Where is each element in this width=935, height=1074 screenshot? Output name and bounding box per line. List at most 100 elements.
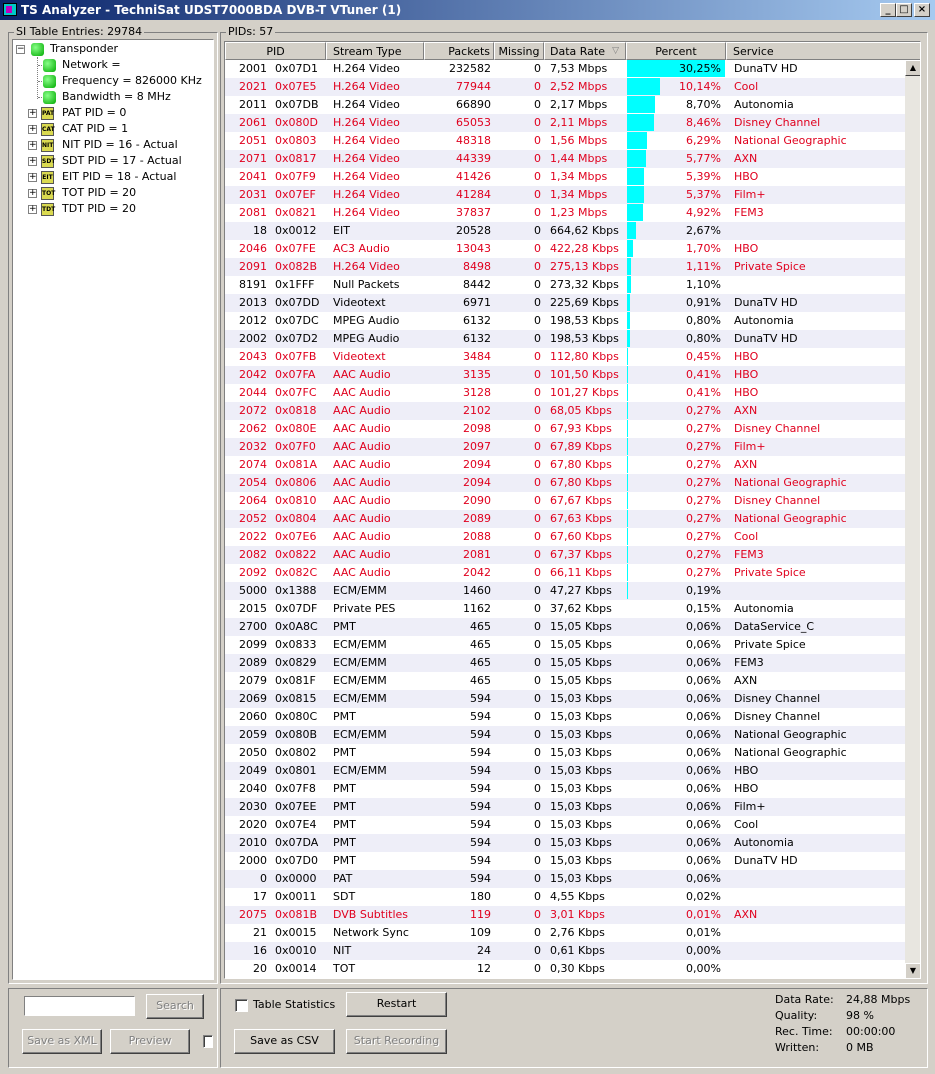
table-row[interactable]: 2022 0x07E6 AAC Audio 2088 0 67,60 Kbps 0,27% C… [225,528,905,546]
table-statistics-checkbox[interactable] [235,999,248,1012]
table-row[interactable]: 2000 0x07D0 PMT 594 0 15,03 Kbps 0,06% DunaTV H… [225,852,905,870]
table-row[interactable]: 2081 0x0821 H.264 Video 37837 0 1,23 Mbps 4,92… [225,204,905,222]
table-row[interactable]: 8191 0x1FFF Null Packets 8442 0 273,32 Kbps 1,… [225,276,905,294]
save-as-csv-button[interactable]: Save as CSV [234,1029,335,1054]
table-row[interactable]: 2099 0x0833 ECM/EMM 465 0 15,05 Kbps 0,06% Priv… [225,636,905,654]
table-row[interactable]: 2072 0x0818 AAC Audio 2102 0 68,05 Kbps 0,27% A… [225,402,905,420]
table-row[interactable]: 2049 0x0801 ECM/EMM 594 0 15,03 Kbps 0,06% HBO [225,762,905,780]
search-input[interactable] [24,996,135,1016]
tree-item-sdt[interactable]: SDT PID = 17 - Actual [62,153,182,169]
table-row[interactable]: 2032 0x07F0 AAC Audio 2097 0 67,89 Kbps 0,27% F… [225,438,905,456]
table-row[interactable]: 2060 0x080C PMT 594 0 15,03 Kbps 0,06% Disney C… [225,708,905,726]
column-header-service[interactable]: Service [726,42,920,60]
scroll-down-arrow-icon[interactable]: ▼ [905,963,920,978]
table-row[interactable]: 2052 0x0804 AAC Audio 2089 0 67,63 Kbps 0,27% N… [225,510,905,528]
expand-toggle[interactable]: + [28,109,37,118]
expand-toggle[interactable]: + [28,189,37,198]
table-row[interactable]: 2079 0x081F ECM/EMM 465 0 15,05 Kbps 0,06% AXN [225,672,905,690]
table-row[interactable]: 2091 0x082B H.264 Video 8498 0 275,13 Kbps 1,1… [225,258,905,276]
table-row[interactable]: 2042 0x07FA AAC Audio 3135 0 101,50 Kbps 0,41%… [225,366,905,384]
title-bar[interactable]: TS Analyzer - TechniSat UDST7000BDA DVB-… [0,0,935,20]
column-header-percent[interactable]: Percent [626,42,726,60]
table-row[interactable]: 2040 0x07F8 PMT 594 0 15,03 Kbps 0,06% HBO [225,780,905,798]
si-tree[interactable]: − Transponder Network = Frequency = 8260… [12,39,214,980]
column-header-stream-type[interactable]: Stream Type [326,42,424,60]
table-row[interactable]: 2030 0x07EE PMT 594 0 15,03 Kbps 0,06% Film+ [225,798,905,816]
tree-item-network[interactable]: Network = [62,57,121,73]
table-row[interactable]: 16 0x0010 NIT 24 0 0,61 Kbps 0,00% [225,942,905,960]
table-row[interactable]: 2001 0x07D1 H.264 Video 232582 0 7,53 Mbps 30,… [225,60,905,78]
collapse-toggle[interactable]: − [16,45,25,54]
table-row[interactable]: 2062 0x080E AAC Audio 2098 0 67,93 Kbps 0,27% D… [225,420,905,438]
expand-toggle[interactable]: + [28,205,37,214]
table-row[interactable]: 2050 0x0802 PMT 594 0 15,03 Kbps 0,06% National… [225,744,905,762]
table-row[interactable]: 2069 0x0815 ECM/EMM 594 0 15,03 Kbps 0,06% Disn… [225,690,905,708]
tree-item-tdt[interactable]: TDT PID = 20 [62,201,136,217]
vertical-scrollbar[interactable]: ▲ ▼ [905,60,920,978]
column-header-data-rate[interactable]: Data Rate ▽ [544,42,626,60]
table-row[interactable]: 2021 0x07E5 H.264 Video 77944 0 2,52 Mbps 10,1… [225,78,905,96]
tree-item-cat[interactable]: CAT PID = 1 [62,121,128,137]
table-row[interactable]: 17 0x0011 SDT 180 0 4,55 Kbps 0,02% [225,888,905,906]
tree-item-pat[interactable]: PAT PID = 0 [62,105,126,121]
table-row[interactable]: 2046 0x07FE AC3 Audio 13043 0 422,28 Kbps 1,70… [225,240,905,258]
cell-rate: 15,03 Kbps [550,872,612,885]
table-row[interactable]: 2041 0x07F9 H.264 Video 41426 0 1,34 Mbps 5,39… [225,168,905,186]
table-row[interactable]: 2015 0x07DF Private PES 1162 0 37,62 Kbps 0,15… [225,600,905,618]
expand-toggle[interactable]: + [28,141,37,150]
table-row[interactable]: 2075 0x081B DVB Subtitles 119 0 3,01 Kbps 0,01… [225,906,905,924]
cell-service: Film+ [734,800,766,813]
tree-item-bandwidth[interactable]: Bandwidth = 8 MHz [62,89,171,105]
cell-packets: 2089 [463,512,491,525]
column-header-packets[interactable]: Packets [424,42,494,60]
table-row[interactable]: 2700 0x0A8C PMT 465 0 15,05 Kbps 0,06% DataServ… [225,618,905,636]
cell-packets: 2094 [463,458,491,471]
close-button[interactable]: × [914,3,930,17]
preview-button[interactable]: Preview [110,1029,190,1054]
table-row[interactable]: 2061 0x080D H.264 Video 65053 0 2,11 Mbps 8,46… [225,114,905,132]
expand-toggle[interactable]: + [28,173,37,182]
column-header-pid[interactable]: PID [225,42,326,60]
search-button[interactable]: Search [146,994,204,1019]
table-row[interactable]: 2020 0x07E4 PMT 594 0 15,03 Kbps 0,06% Cool [225,816,905,834]
hidden-checkbox[interactable] [203,1035,213,1048]
table-row[interactable]: 2059 0x080B ECM/EMM 594 0 15,03 Kbps 0,06% Nati… [225,726,905,744]
table-row[interactable]: 2010 0x07DA PMT 594 0 15,03 Kbps 0,06% Autonomi… [225,834,905,852]
expand-toggle[interactable]: + [28,157,37,166]
minimize-button[interactable]: _ [880,3,896,17]
save-as-xml-button[interactable]: Save as XML [22,1029,102,1054]
table-row[interactable]: 2089 0x0829 ECM/EMM 465 0 15,05 Kbps 0,06% FEM3 [225,654,905,672]
table-row[interactable]: 2044 0x07FC AAC Audio 3128 0 101,27 Kbps 0,41%… [225,384,905,402]
cell-missing: 0 [534,926,541,939]
tree-item-eit[interactable]: EIT PID = 18 - Actual [62,169,176,185]
table-row[interactable]: 2054 0x0806 AAC Audio 2094 0 67,80 Kbps 0,27% N… [225,474,905,492]
table-row[interactable]: 2011 0x07DB H.264 Video 66890 0 2,17 Mbps 8,70… [225,96,905,114]
table-row[interactable]: 2013 0x07DD Videotext 6971 0 225,69 Kbps 0,91%… [225,294,905,312]
tree-item-transponder[interactable]: Transponder [50,41,118,57]
restart-button[interactable]: Restart [346,992,447,1017]
table-row[interactable]: 2043 0x07FB Videotext 3484 0 112,80 Kbps 0,45%… [225,348,905,366]
table-row[interactable]: 20 0x0014 TOT 12 0 0,30 Kbps 0,00% [225,960,905,978]
pid-table[interactable]: PID Stream Type Packets Missing Data Rat… [224,41,921,979]
expand-toggle[interactable]: + [28,125,37,134]
table-row[interactable]: 2031 0x07EF H.264 Video 41284 0 1,34 Mbps 5,37… [225,186,905,204]
tree-item-tot[interactable]: TOT PID = 20 [62,185,136,201]
table-row[interactable]: 5000 0x1388 ECM/EMM 1460 0 47,27 Kbps 0,19% [225,582,905,600]
table-row[interactable]: 2012 0x07DC MPEG Audio 6132 0 198,53 Kbps 0,80… [225,312,905,330]
table-row[interactable]: 2092 0x082C AAC Audio 2042 0 66,11 Kbps 0,27% P… [225,564,905,582]
maximize-button[interactable]: □ [896,3,912,17]
table-row[interactable]: 2082 0x0822 AAC Audio 2081 0 67,37 Kbps 0,27% F… [225,546,905,564]
start-recording-button[interactable]: Start Recording [346,1029,447,1054]
table-row[interactable]: 18 0x0012 EIT 20528 0 664,62 Kbps 2,67% [225,222,905,240]
table-row[interactable]: 0 0x0000 PAT 594 0 15,03 Kbps 0,06% [225,870,905,888]
table-row[interactable]: 21 0x0015 Network Sync 109 0 2,76 Kbps 0,01% [225,924,905,942]
scroll-up-arrow-icon[interactable]: ▲ [905,60,920,76]
tree-item-frequency[interactable]: Frequency = 826000 KHz [62,73,202,89]
table-row[interactable]: 2051 0x0803 H.264 Video 48318 0 1,56 Mbps 6,29… [225,132,905,150]
table-row[interactable]: 2002 0x07D2 MPEG Audio 6132 0 198,53 Kbps 0,80… [225,330,905,348]
table-row[interactable]: 2064 0x0810 AAC Audio 2090 0 67,67 Kbps 0,27% D… [225,492,905,510]
column-header-missing[interactable]: Missing [494,42,544,60]
tree-item-nit[interactable]: NIT PID = 16 - Actual [62,137,178,153]
table-row[interactable]: 2071 0x0817 H.264 Video 44339 0 1,44 Mbps 5,77… [225,150,905,168]
table-row[interactable]: 2074 0x081A AAC Audio 2094 0 67,80 Kbps 0,27% A… [225,456,905,474]
